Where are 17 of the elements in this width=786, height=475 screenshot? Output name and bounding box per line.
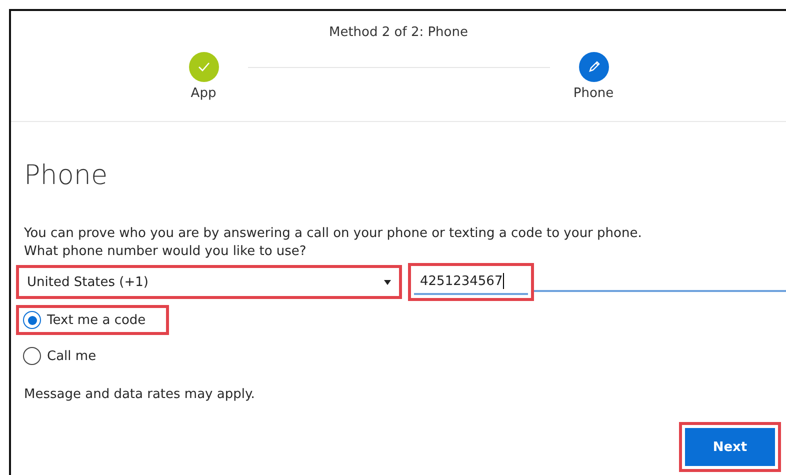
country-select[interactable]: United States (+1) (22, 271, 396, 293)
section-heading: Phone (24, 160, 109, 191)
check-icon (188, 52, 218, 82)
step-label: App (190, 86, 216, 101)
next-button[interactable]: Next (685, 428, 775, 466)
pencil-icon (578, 52, 608, 82)
radio-option[interactable]: Call me (19, 344, 116, 368)
method-title: Method 2 of 2: Phone (328, 25, 468, 40)
caret-icon (384, 278, 391, 286)
radio-button[interactable] (23, 311, 41, 329)
phone-input[interactable]: 4251234567 (414, 269, 528, 295)
radio-option[interactable]: Text me a code (19, 308, 166, 332)
step-label: Phone (573, 86, 614, 101)
rates-note: Message and data rates may apply. (24, 386, 256, 404)
radio-button[interactable] (23, 347, 41, 365)
intro-text: You can prove who you are by answering a call on your phone or texting a code to your phone. (24, 225, 643, 243)
question-text: What phone number would you like to use? (24, 243, 308, 261)
